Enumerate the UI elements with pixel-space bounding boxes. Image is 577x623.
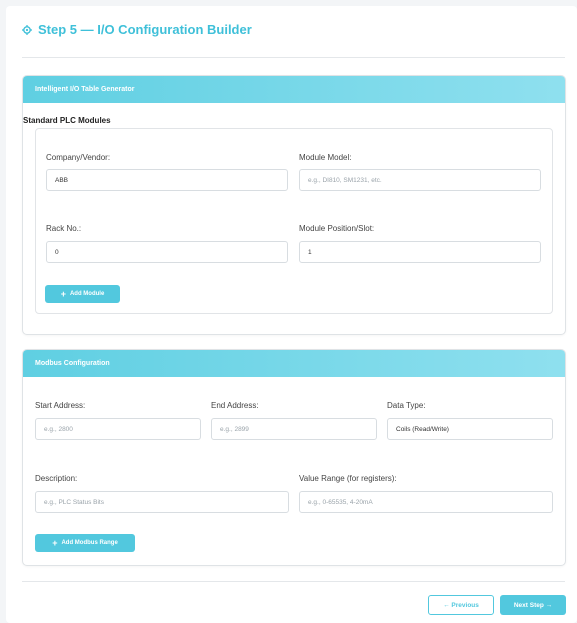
vendor-label: Company/Vendor: bbox=[46, 153, 111, 162]
divider bbox=[22, 581, 565, 582]
start-address-field[interactable]: e.g., 2800 bbox=[35, 418, 201, 440]
add-module-button[interactable]: + Add Module bbox=[45, 285, 120, 303]
end-address-field[interactable]: e.g., 2899 bbox=[211, 418, 377, 440]
panel-header: Intelligent I/O Table Generator bbox=[23, 76, 565, 103]
add-modbus-range-label: Add Modbus Range bbox=[61, 540, 118, 546]
add-module-label: Add Module bbox=[69, 291, 105, 297]
data-type-select[interactable]: Coils (Read/Write) bbox=[387, 418, 553, 440]
end-address-label: End Address: bbox=[211, 401, 259, 410]
gear-icon bbox=[22, 24, 32, 35]
modbus-panel: Modbus Configuration Start Address: e.g.… bbox=[22, 349, 566, 566]
value-range-label: Value Range (for registers): bbox=[299, 474, 397, 483]
plc-form-box: Company/Vendor: ABB Module Model: e.g., … bbox=[35, 128, 553, 314]
module-model-label: Module Model: bbox=[299, 153, 352, 162]
description-label: Description: bbox=[35, 474, 78, 483]
page-title-text: Step 5 — I/O Configuration Builder bbox=[38, 22, 252, 37]
plus-icon: + bbox=[60, 288, 66, 299]
module-model-field[interactable]: e.g., DI810, SM1231, etc. bbox=[299, 169, 541, 191]
standard-plc-modules-title: Standard PLC Modules bbox=[23, 116, 111, 125]
next-step-button[interactable]: Next Step → bbox=[500, 595, 566, 615]
panel-header: Modbus Configuration bbox=[23, 350, 565, 377]
rack-label: Rack No.: bbox=[46, 224, 82, 233]
page-title: Step 5 — I/O Configuration Builder bbox=[22, 22, 252, 37]
slot-field[interactable]: 1 bbox=[299, 241, 541, 263]
divider bbox=[22, 57, 565, 58]
value-range-field[interactable]: e.g., 0-65535, 4-20mA bbox=[299, 491, 553, 513]
rack-field[interactable]: 0 bbox=[46, 241, 288, 263]
description-field[interactable]: e.g., PLC Status Bits bbox=[35, 491, 289, 513]
add-modbus-range-button[interactable]: + Add Modbus Range bbox=[35, 534, 135, 552]
slot-label: Module Position/Slot: bbox=[299, 224, 375, 233]
plus-icon: + bbox=[52, 537, 58, 548]
plc-modules-panel: Intelligent I/O Table Generator Standard… bbox=[22, 75, 566, 335]
vendor-field[interactable]: ABB bbox=[46, 169, 288, 191]
data-type-label: Data Type: bbox=[387, 401, 426, 410]
previous-button[interactable]: ← Previous bbox=[428, 595, 494, 615]
page-background: Step 5 — I/O Configuration Builder Intel… bbox=[0, 0, 577, 623]
start-address-label: Start Address: bbox=[35, 401, 86, 410]
